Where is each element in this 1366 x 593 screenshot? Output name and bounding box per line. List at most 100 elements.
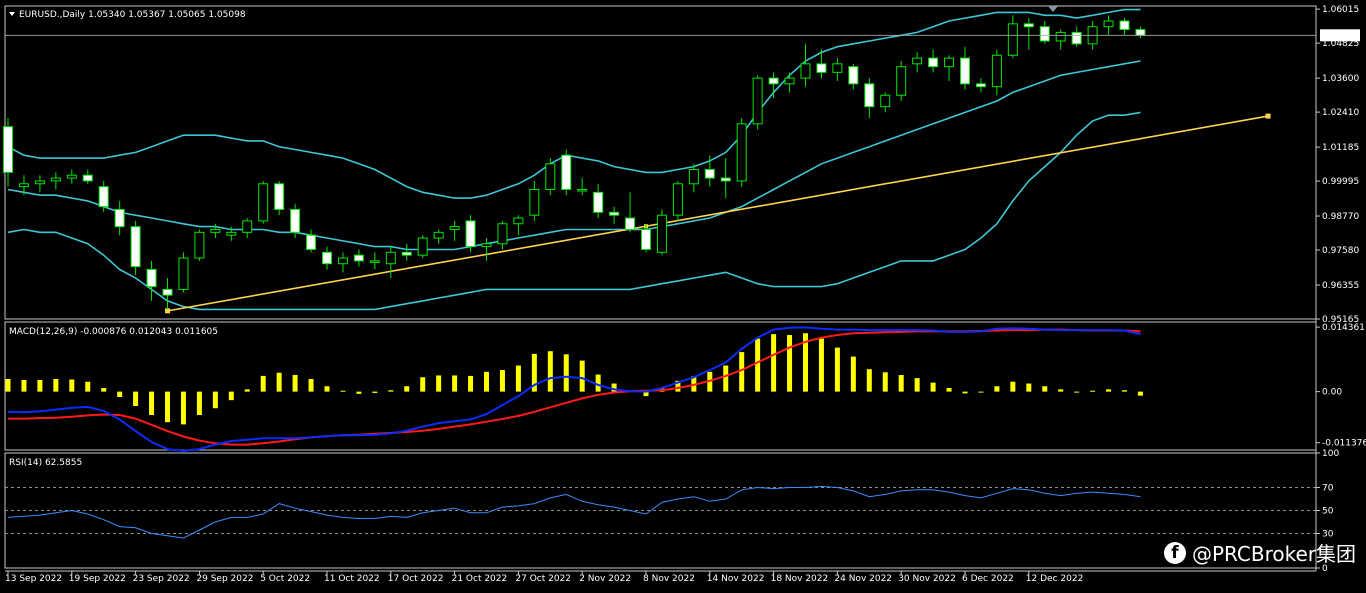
- rsi-tick-label: 70: [1322, 484, 1334, 494]
- macd-signal-line: [8, 328, 1141, 446]
- macd-histogram-bar: [276, 372, 282, 392]
- candle-body-bear: [609, 211, 620, 216]
- macd-tick-label: -0.011376: [1322, 439, 1366, 449]
- date-tick-label: 27 Oct 2022: [515, 574, 571, 584]
- date-tick-label: 23 Sep 2022: [133, 574, 190, 584]
- candle-body-bull: [912, 57, 923, 65]
- candle-body-bear: [82, 174, 93, 182]
- candle-body-bull: [736, 123, 747, 182]
- macd-histogram-bar: [994, 386, 1000, 392]
- candle-body-bear: [306, 234, 317, 250]
- candle-body-bull: [529, 188, 540, 216]
- candle-body-bear: [290, 208, 301, 233]
- macd-histogram-bar: [818, 338, 824, 392]
- candle-body-bear: [561, 154, 572, 190]
- candle-body-bull: [672, 183, 683, 216]
- facebook-icon: f: [1163, 541, 1186, 564]
- candle-body-bear: [274, 183, 285, 210]
- candle-body-bear: [975, 83, 986, 88]
- macd-histogram-bar: [866, 369, 872, 392]
- rsi-line: [7, 485, 1141, 539]
- macd-histogram-bar: [914, 378, 920, 392]
- date-tick-label: 6 Dec 2022: [962, 574, 1014, 584]
- candle-body-bear: [1039, 26, 1050, 42]
- candle-body-bear: [130, 226, 141, 268]
- date-tick-label: 17 Oct 2022: [388, 574, 444, 584]
- macd-histogram-bar: [228, 391, 234, 401]
- candle-body-bear: [146, 268, 157, 288]
- candle-body-bull: [880, 94, 891, 108]
- macd-histogram-bar: [101, 388, 107, 392]
- candle-body-bear: [353, 254, 364, 262]
- candle-body-bear: [3, 126, 13, 173]
- macd-histogram-bar: [292, 374, 298, 392]
- candle-body-bear: [928, 57, 939, 68]
- candle-body-bull: [497, 223, 508, 245]
- candle-body-bull: [481, 243, 492, 248]
- date-tick-label: 21 Oct 2022: [452, 574, 508, 584]
- macd-histogram-bar: [180, 391, 186, 425]
- candle-body-bear: [960, 57, 970, 85]
- candle-body-bull: [784, 77, 795, 85]
- macd-histogram-bar: [85, 381, 91, 392]
- price-tick-label: 1.02410: [1322, 108, 1359, 118]
- macd-histogram-bar: [515, 365, 521, 392]
- candle-body-bear: [848, 66, 859, 85]
- price-tick-label: 0.99995: [1322, 177, 1359, 187]
- date-tick-label: 18 Nov 2022: [771, 574, 829, 584]
- candle-body-bull: [226, 231, 237, 236]
- price-tick-label: 0.96355: [1322, 281, 1359, 291]
- price-tick-label: 0.98770: [1322, 212, 1359, 222]
- price-tick-label: 1.04825: [1322, 39, 1359, 49]
- macd-histogram-bar: [133, 391, 139, 406]
- chart-canvas[interactable]: 1.050981.060151.048251.036001.024101.011…: [0, 0, 1366, 593]
- macd-histogram-bar: [1042, 386, 1048, 392]
- macd-histogram-bar: [37, 379, 43, 392]
- macd-histogram-bar: [978, 391, 984, 393]
- macd-histogram-bar: [771, 334, 777, 392]
- candle-body-bull: [337, 257, 348, 265]
- macd-histogram-bar: [5, 379, 11, 392]
- price-panel: [4, 5, 1317, 320]
- candle-body-bull: [656, 214, 667, 253]
- candle-body-bull: [991, 54, 1002, 88]
- macd-histogram-bar: [468, 375, 474, 392]
- price-tick-label: 1.06015: [1322, 5, 1359, 15]
- candle-body-bull: [896, 66, 907, 96]
- macd-histogram-bar: [1010, 381, 1016, 392]
- candle-body-bear: [114, 208, 125, 228]
- macd-histogram-bar: [563, 354, 569, 392]
- macd-histogram-bar: [340, 390, 346, 392]
- macd-histogram-bar: [834, 347, 840, 392]
- candle-body-bull: [242, 220, 253, 233]
- rsi-panel-header: RSI(14) 62.5855: [9, 458, 82, 468]
- candle-body-bull: [50, 177, 61, 182]
- macd-histogram-bar: [436, 375, 442, 392]
- price-tick-label: 1.03600: [1322, 74, 1359, 84]
- watermark-text: @PRCBroker集团: [1191, 542, 1356, 566]
- candle-body-bear: [816, 63, 827, 73]
- bollinger-lower: [7, 111, 1141, 311]
- candle-body-bull: [417, 237, 428, 256]
- macd-histogram-bar: [1074, 391, 1080, 393]
- macd-histogram-bar: [755, 338, 761, 392]
- candle-body-bull: [513, 217, 524, 225]
- price-tick-label: 0.97580: [1322, 246, 1359, 256]
- macd-histogram-bar: [930, 382, 936, 392]
- price-tick-label: 1.01185: [1322, 143, 1359, 153]
- candle-body-bull: [449, 226, 460, 230]
- candle-body-bear: [625, 217, 636, 230]
- macd-histogram-bar: [324, 386, 330, 392]
- macd-histogram-bar: [547, 351, 553, 392]
- bollinger-middle: [7, 60, 1141, 251]
- candle-body-bull: [944, 57, 955, 68]
- candle-body-bear: [768, 77, 779, 85]
- macd-histogram-bar: [1058, 389, 1064, 392]
- macd-histogram-bar: [946, 388, 952, 392]
- macd-histogram-bar: [1106, 389, 1112, 392]
- candle-body-bull: [369, 260, 380, 263]
- macd-histogram-bar: [595, 374, 601, 392]
- date-tick-label: 30 Nov 2022: [898, 574, 956, 584]
- candle-body-bear: [98, 186, 109, 208]
- shift-marker-icon: [1048, 6, 1058, 12]
